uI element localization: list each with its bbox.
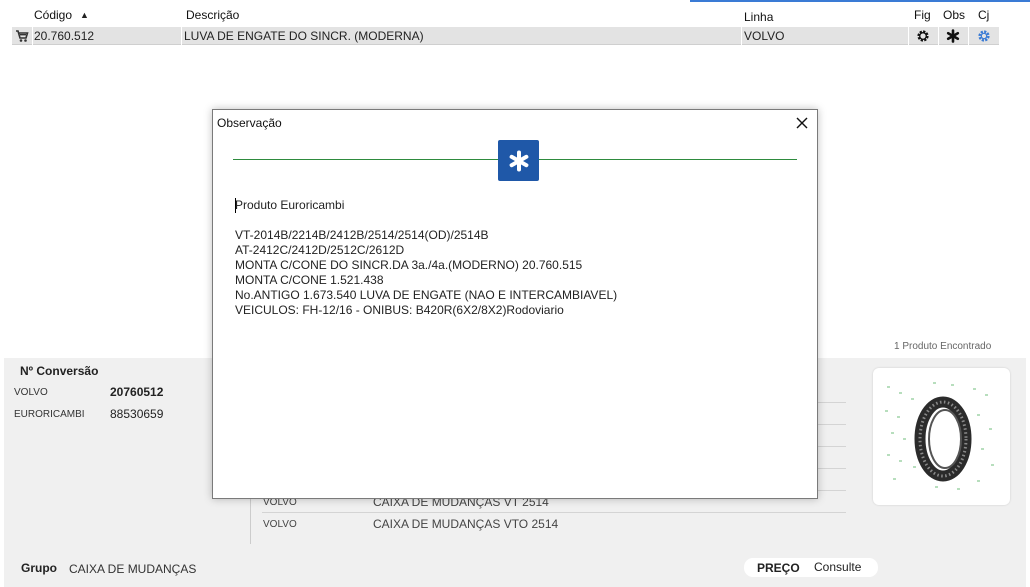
conversion-title: Nº Conversão (20, 364, 99, 378)
cell-divider (968, 27, 969, 45)
cell-linha[interactable]: VOLVO (744, 29, 784, 43)
column-header-codigo[interactable]: Código (34, 8, 72, 22)
product-image (885, 382, 994, 490)
cell-codigo[interactable]: 20.760.512 (34, 29, 94, 43)
cell-divider (741, 27, 742, 45)
observation-line: AT-2412C/2412D/2512C/2612D (235, 243, 405, 257)
conversion-number[interactable]: 20760512 (110, 385, 163, 399)
observation-dialog: Observação Produto Euroricambi VT-2014B/… (212, 109, 818, 499)
gear-icon (917, 30, 929, 42)
conversion-number[interactable]: 88530659 (110, 407, 163, 421)
list-divider (262, 512, 846, 513)
sort-asc-icon[interactable]: ▲ (80, 10, 89, 20)
sets-button[interactable] (970, 27, 998, 45)
top-accent-line (690, 0, 1030, 2)
asterisk-icon (946, 29, 960, 43)
observation-button[interactable] (939, 27, 967, 45)
group-value: CAIXA DE MUDANÇAS (69, 562, 197, 576)
conversion-brand: VOLVO (14, 387, 48, 398)
column-header-fig: Fig (914, 8, 931, 22)
cell-divider (32, 27, 33, 45)
column-header-linha[interactable]: Linha (744, 10, 773, 24)
application-description[interactable]: CAIXA DE MUDANÇAS VTO 2514 (373, 517, 558, 531)
asterisk-icon (509, 150, 528, 171)
price-label: PREÇO (757, 561, 800, 575)
close-icon[interactable] (794, 115, 810, 131)
column-header-descricao[interactable]: Descrição (186, 8, 239, 22)
cart-icon[interactable] (15, 29, 29, 43)
column-divider (250, 498, 251, 544)
sets-gear-icon (978, 30, 990, 42)
observation-line: VEICULOS: FH-12/16 - ONIBUS: B420R(6X2/8… (235, 303, 564, 317)
observation-line: No.ANTIGO 1.673.540 LUVA DE ENGATE (NAO … (235, 288, 618, 302)
observation-line: VT-2014B/2214B/2412B/2514/2514(OD)/2514B (235, 228, 489, 242)
column-header-cj: Cj (978, 8, 990, 22)
table-row[interactable]: 20.760.512 LUVA DE ENGATE DO SINCR. (MOD… (12, 27, 999, 45)
dialog-title: Observação (217, 116, 282, 130)
product-image-card[interactable] (873, 368, 1010, 505)
application-brand: VOLVO (263, 519, 297, 530)
conversion-brand: EURORICAMBI (14, 409, 85, 420)
group-label: Grupo (21, 561, 57, 575)
observation-badge (498, 140, 539, 181)
cell-descricao[interactable]: LUVA DE ENGATE DO SINCR. (MODERNA) (184, 29, 424, 43)
observation-line: MONTA C/CONE DO SINCR.DA 3a./4a.(MODERNO… (235, 258, 583, 272)
results-count: 1 Produto Encontrado (894, 341, 992, 352)
column-header-obs: Obs (943, 8, 966, 22)
cell-divider (181, 27, 182, 45)
price-value[interactable]: Consulte (814, 560, 861, 574)
observation-line: MONTA C/CONE 1.521.438 (235, 273, 384, 287)
figure-button[interactable] (909, 27, 937, 45)
observation-heading: Produto Euroricambi (235, 198, 345, 212)
